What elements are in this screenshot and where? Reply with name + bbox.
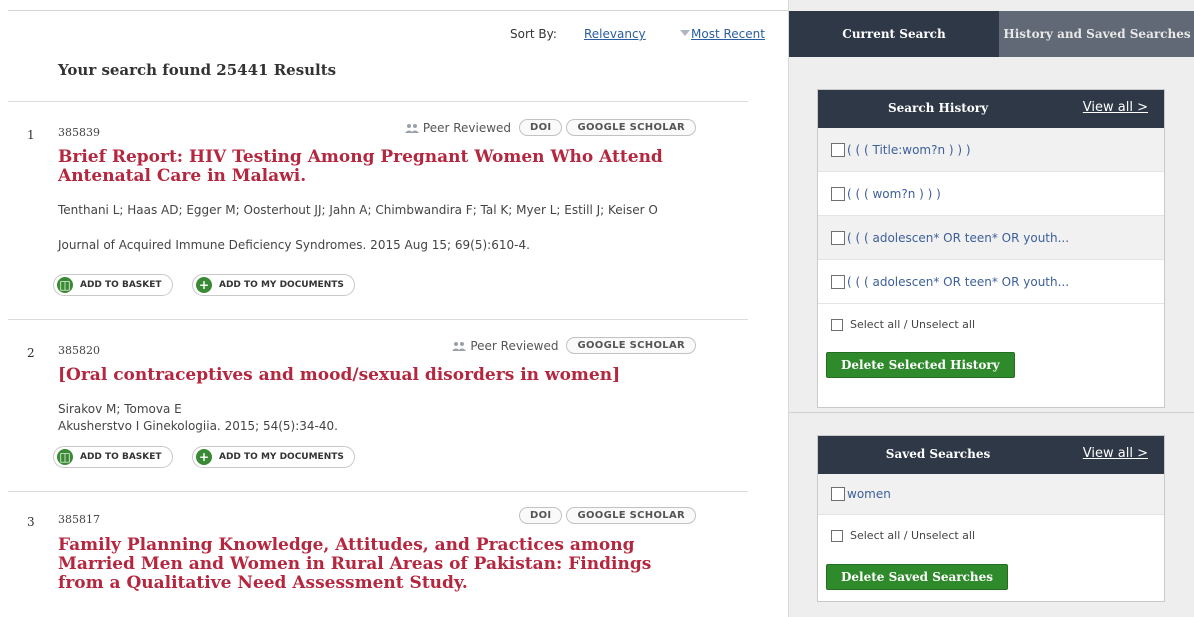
- plus-icon: +: [196, 449, 212, 465]
- history-item[interactable]: ( ( ( Title:wom?n ) ) ): [818, 128, 1164, 172]
- history-item-checkbox[interactable]: [831, 186, 845, 201]
- history-select-all-checkbox[interactable]: [831, 318, 843, 331]
- record-journal: Akusherstvo I Ginekologiia. 2015; 54(5):…: [58, 419, 338, 433]
- saved-search-item[interactable]: women: [818, 474, 1164, 515]
- peer-reviewed-label: Peer Reviewed: [470, 338, 559, 353]
- sort-relevancy-link[interactable]: Relevancy: [584, 27, 646, 41]
- history-item[interactable]: ( ( ( adolescen* OR teen* OR youth...: [818, 260, 1164, 304]
- search-side-panel: Current Search History and Saved Searche…: [788, 0, 1194, 617]
- peer-reviewed-icon: [404, 123, 419, 133]
- add-to-my-documents-button[interactable]: + ADD TO MY DOCUMENTS: [192, 446, 355, 468]
- record-number: 3: [27, 515, 35, 529]
- add-to-my-documents-button[interactable]: + ADD TO MY DOCUMENTS: [192, 274, 355, 296]
- history-select-all-label: Select all / Unselect all: [850, 318, 976, 331]
- results-count: Your search found 25441 Results: [58, 61, 337, 79]
- record-id: 385839: [58, 126, 100, 139]
- sort-triangle-icon: [680, 30, 690, 36]
- panel-tabs: Current Search History and Saved Searche…: [789, 11, 1194, 57]
- top-divider: [8, 10, 788, 11]
- panel-divider: [789, 412, 1194, 413]
- google-scholar-button[interactable]: GOOGLE SCHOLAR: [566, 119, 696, 136]
- add-to-my-documents-label: ADD TO MY DOCUMENTS: [219, 452, 344, 462]
- add-to-my-documents-label: ADD TO MY DOCUMENTS: [219, 280, 344, 290]
- record-number: 1: [27, 128, 35, 142]
- result-record: 2 385820 Peer Reviewed GOOGLE SCHOLAR [O…: [8, 319, 748, 493]
- add-to-basket-button[interactable]: ◫ ADD TO BASKET: [53, 274, 173, 296]
- search-history-view-all-link[interactable]: View all >: [1083, 100, 1148, 115]
- tab-current-search[interactable]: Current Search: [789, 11, 999, 57]
- history-select-all[interactable]: Select all / Unselect all: [818, 304, 1164, 345]
- record-number: 2: [27, 346, 35, 360]
- saved-searches-view-all-link[interactable]: View all >: [1083, 446, 1148, 461]
- saved-select-all-label: Select all / Unselect all: [850, 529, 976, 542]
- history-item-label: ( ( ( Title:wom?n ) ) ): [847, 142, 971, 157]
- record-id: 385820: [58, 344, 100, 357]
- saved-select-all-checkbox[interactable]: [831, 529, 843, 542]
- record-divider: [8, 319, 748, 320]
- saved-select-all[interactable]: Select all / Unselect all: [818, 515, 1164, 556]
- saved-search-checkbox[interactable]: [831, 487, 845, 501]
- history-item[interactable]: ( ( ( wom?n ) ) ): [818, 172, 1164, 216]
- peer-reviewed-label: Peer Reviewed: [422, 120, 512, 135]
- delete-selected-history-button[interactable]: Delete Selected History: [826, 352, 1015, 378]
- tab-history-and-saved-searches[interactable]: History and Saved Searches: [999, 11, 1194, 57]
- doi-button[interactable]: DOI: [519, 507, 563, 524]
- record-journal: Journal of Acquired Immune Deficiency Sy…: [58, 238, 530, 252]
- history-item-checkbox[interactable]: [831, 274, 845, 289]
- history-item-label: ( ( ( wom?n ) ) ): [847, 186, 941, 201]
- peer-reviewed-badge: Peer Reviewed: [452, 339, 558, 353]
- add-to-basket-button[interactable]: ◫ ADD TO BASKET: [53, 446, 173, 468]
- plus-icon: +: [196, 277, 212, 293]
- result-record: 1 385839 Peer Reviewed DOI GOOGLE SCHOLA…: [8, 101, 748, 321]
- history-item-label: ( ( ( adolescen* OR teen* OR youth...: [847, 230, 1070, 245]
- saved-searches-header: Saved Searches View all >: [818, 436, 1164, 474]
- peer-reviewed-badge: Peer Reviewed: [404, 120, 512, 135]
- search-history-box: Search History View all > ( ( ( Title:wo…: [817, 89, 1165, 408]
- saved-search-label: women: [847, 487, 891, 501]
- add-to-basket-label: ADD TO BASKET: [80, 280, 162, 290]
- add-to-basket-label: ADD TO BASKET: [80, 452, 162, 462]
- record-title-link[interactable]: Family Planning Knowledge, Attitudes, an…: [58, 536, 698, 593]
- record-id: 385817: [58, 513, 100, 526]
- record-authors: Sirakov M; Tomova E: [58, 402, 182, 416]
- sort-label: Sort By:: [510, 27, 557, 41]
- record-title-link[interactable]: [Oral contraceptives and mood/sexual dis…: [58, 366, 698, 385]
- google-scholar-button[interactable]: GOOGLE SCHOLAR: [566, 337, 696, 354]
- saved-searches-title: Saved Searches: [885, 447, 991, 461]
- record-authors: Tenthani L; Haas AD; Egger M; Oosterhout…: [58, 203, 658, 217]
- sort-most-recent-link[interactable]: Most Recent: [691, 27, 765, 41]
- record-divider: [8, 101, 748, 102]
- sort-bar: Sort By: Relevancy Most Recent: [0, 27, 788, 47]
- history-item-checkbox[interactable]: [831, 230, 845, 245]
- record-divider: [8, 491, 748, 492]
- google-scholar-button[interactable]: GOOGLE SCHOLAR: [566, 507, 696, 524]
- peer-reviewed-icon: [452, 341, 467, 351]
- record-title-link[interactable]: Brief Report: HIV Testing Among Pregnant…: [58, 148, 698, 186]
- search-history-title: Search History: [887, 101, 989, 115]
- basket-icon: ◫: [57, 449, 73, 465]
- results-list: Sort By: Relevancy Most Recent Your sear…: [0, 0, 788, 617]
- record-badges: DOI GOOGLE SCHOLAR: [519, 507, 696, 524]
- record-badges: Peer Reviewed DOI GOOGLE SCHOLAR: [404, 119, 696, 136]
- history-item[interactable]: ( ( ( adolescen* OR teen* OR youth...: [818, 216, 1164, 260]
- history-item-label: ( ( ( adolescen* OR teen* OR youth...: [847, 274, 1070, 289]
- search-history-header: Search History View all >: [818, 90, 1164, 128]
- history-item-checkbox[interactable]: [831, 142, 845, 157]
- doi-button[interactable]: DOI: [519, 119, 563, 136]
- delete-saved-searches-button[interactable]: Delete Saved Searches: [826, 564, 1009, 590]
- record-badges: Peer Reviewed GOOGLE SCHOLAR: [452, 337, 696, 354]
- basket-icon: ◫: [57, 277, 73, 293]
- saved-searches-box: Saved Searches View all > women Select a…: [817, 435, 1165, 602]
- result-record: 3 385817 DOI GOOGLE SCHOLAR Family Plann…: [8, 491, 748, 617]
